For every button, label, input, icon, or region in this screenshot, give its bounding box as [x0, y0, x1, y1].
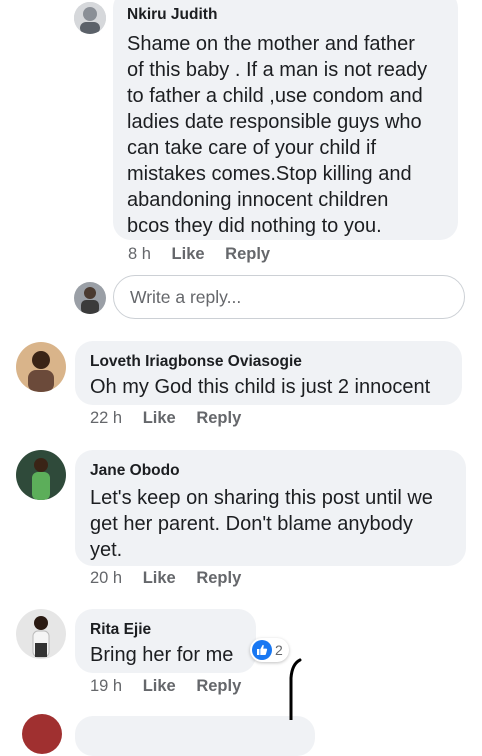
comment-bubble: Loveth Iriagbonse Oviasogie Oh my God th… [75, 341, 462, 405]
comment-text: Let's keep on sharing this post until we… [90, 487, 433, 561]
current-user-avatar [74, 282, 106, 314]
avatar-photo [74, 2, 106, 34]
reaction-summary[interactable]: 2 [250, 638, 289, 662]
comment-author[interactable]: Loveth Iriagbonse Oviasogie [90, 353, 447, 371]
comment-author[interactable]: Jane Obodo [90, 462, 451, 480]
comment-author[interactable]: Nkiru Judith [127, 6, 444, 24]
reply-button[interactable]: Reply [196, 569, 241, 587]
avatar-rita-ejie[interactable] [16, 609, 66, 659]
reaction-count: 2 [275, 642, 283, 658]
like-button[interactable]: Like [143, 677, 176, 695]
comment-actions: 8 h Like Reply [128, 245, 286, 264]
comment-text: Shame on the mother and father of this b… [127, 33, 428, 237]
comment-author[interactable]: Rita Ejie [90, 621, 241, 639]
comment-text: Oh my God this child is just 2 innocent [90, 376, 431, 398]
avatar-jane-obodo[interactable] [16, 450, 66, 500]
like-button[interactable]: Like [143, 409, 176, 427]
comment-timestamp[interactable]: 22 h [90, 409, 122, 427]
comment-actions: 19 h Like Reply [90, 677, 257, 696]
reply-input[interactable] [113, 275, 465, 319]
drawn-line-mark [289, 658, 302, 720]
reply-button[interactable]: Reply [196, 409, 241, 427]
reply-button[interactable]: Reply [196, 677, 241, 695]
comment-bubble-partial [75, 716, 315, 756]
avatar-photo [16, 342, 66, 392]
comment-timestamp[interactable]: 19 h [90, 677, 122, 695]
like-icon [252, 640, 272, 660]
avatar-loveth[interactable] [16, 342, 66, 392]
like-button[interactable]: Like [172, 245, 205, 263]
avatar-photo [16, 450, 66, 500]
thumbs-up-glyph [257, 644, 268, 655]
reply-button[interactable]: Reply [225, 245, 270, 263]
comment-timestamp[interactable]: 20 h [90, 569, 122, 587]
avatar-next-comment[interactable] [22, 714, 62, 754]
avatar-nkiru-judith[interactable] [74, 2, 106, 34]
comment-text: Bring her for me [90, 644, 234, 666]
comment-bubble: Jane Obodo Let's keep on sharing this po… [75, 450, 466, 566]
avatar-photo [74, 282, 106, 314]
like-button[interactable]: Like [143, 569, 176, 587]
comment-actions: 22 h Like Reply [90, 409, 257, 428]
avatar-photo [16, 609, 66, 659]
comment-actions: 20 h Like Reply [90, 569, 257, 588]
comment-bubble: Rita Ejie Bring her for me [75, 609, 256, 673]
comment-bubble: Nkiru Judith Shame on the mother and fat… [113, 0, 458, 240]
comment-timestamp[interactable]: 8 h [128, 245, 151, 263]
